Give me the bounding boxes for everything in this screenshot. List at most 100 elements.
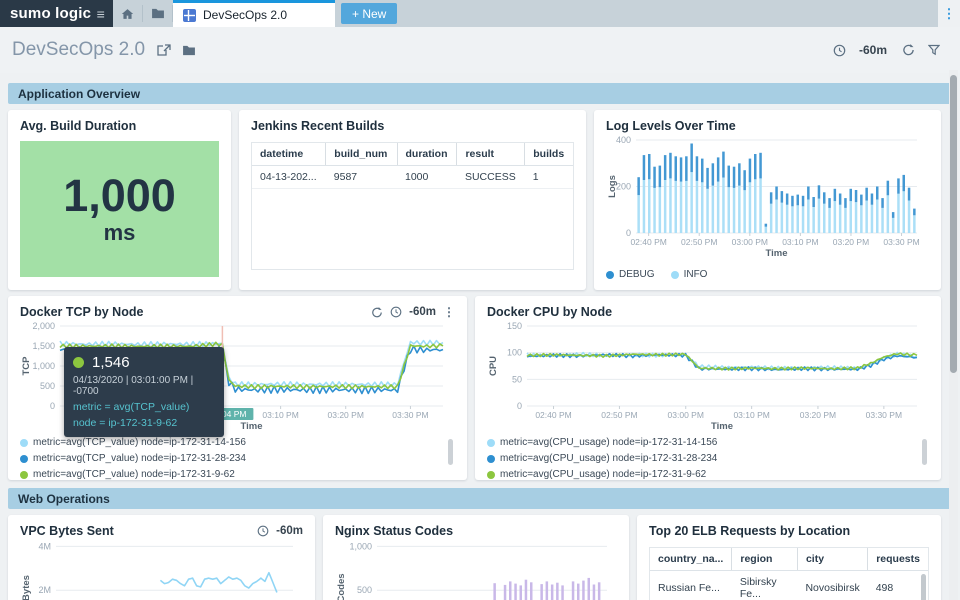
brand-logo: sumo logic [10, 5, 91, 22]
legend-dot [20, 439, 28, 447]
legend-item[interactable]: metric=avg(TCP_value) node=ip-172-31-14-… [20, 437, 246, 448]
legend-scrollbar[interactable] [922, 439, 927, 465]
table-cell: 04-13-202... [252, 166, 326, 189]
row-docker-metrics: Docker TCP by Node -60m ⋮ 05001,0001,500… [8, 296, 952, 480]
svg-text:2,000: 2,000 [32, 321, 55, 331]
nginx-status-chart[interactable]: 1,000500Codes [335, 540, 617, 600]
column-header[interactable]: city [797, 548, 867, 571]
chart-tooltip: 1,546 04/13/2020 | 03:01:00 PM | -0700 m… [64, 347, 224, 437]
panel-title: Top 20 ELB Requests by Location [649, 524, 929, 538]
column-header[interactable]: requests [868, 548, 928, 571]
panel-clock-icon[interactable] [257, 525, 269, 537]
panel-time-range[interactable]: -60m [276, 525, 303, 537]
table-row[interactable]: Russian Fe...Sibirsky Fe...Novosibirsk49… [650, 571, 928, 600]
vpc-bytes-chart[interactable]: 4M2MBytes [20, 540, 303, 600]
section-web-operations: Web Operations [8, 488, 952, 509]
table-row[interactable]: 04-13-202...95871000SUCCESS1 [252, 166, 573, 189]
time-range-icon[interactable] [833, 44, 846, 57]
column-header[interactable]: region [732, 548, 798, 571]
legend-label: metric=avg(TCP_value) node=ip-172-31-14-… [33, 437, 246, 448]
section-title: Web Operations [18, 492, 110, 506]
svg-text:Time: Time [240, 421, 262, 432]
svg-text:100: 100 [507, 348, 522, 358]
page-scrollbar[interactable] [949, 70, 958, 600]
panel-time-range[interactable]: -60m [409, 306, 436, 318]
svg-text:1,000: 1,000 [32, 361, 55, 371]
docker-cpu-chart[interactable]: 05010015002:40 PM02:50 PM03:00 PM03:10 P… [487, 321, 929, 433]
panel-clock-icon[interactable] [390, 306, 402, 318]
svg-text:TCP: TCP [21, 356, 32, 376]
svg-text:4M: 4M [38, 541, 51, 551]
legend-dot [487, 455, 495, 463]
legend-label: metric=avg(CPU_usage) node=ip-172-31-14-… [500, 437, 717, 448]
legend-item[interactable]: metric=avg(CPU_usage) node=ip-172-31-14-… [487, 437, 717, 448]
dashboard-header: DevSecOps 2.0 -60m [0, 27, 960, 73]
table-scrollbar[interactable] [921, 574, 926, 600]
svg-text:02:50 PM: 02:50 PM [681, 237, 717, 247]
menu-icon[interactable]: ≡ [97, 6, 105, 22]
svg-text:500: 500 [40, 381, 55, 391]
panel-jenkins-recent-builds: Jenkins Recent Builds datetimebuild_numd… [239, 110, 586, 290]
legend-item[interactable]: metric=avg(CPU_usage) node=ip-172-31-9-6… [487, 469, 706, 480]
svg-text:03:00 PM: 03:00 PM [732, 237, 768, 247]
table-cell: 9587 [326, 166, 397, 189]
legend-scrollbar[interactable] [448, 439, 453, 465]
filter-icon[interactable] [928, 44, 940, 56]
folder-icon[interactable] [143, 0, 172, 27]
dashboard-icon [183, 9, 196, 22]
panel-title: VPC Bytes Sent [20, 524, 114, 538]
column-header[interactable]: duration [397, 143, 457, 166]
svg-text:02:50 PM: 02:50 PM [601, 410, 637, 420]
log-levels-chart[interactable]: 020040002:40 PM02:50 PM03:00 PM03:10 PM0… [606, 135, 929, 265]
dashboard-content: Application Overview Avg. Build Duration… [0, 83, 960, 600]
legend-dot [606, 271, 614, 279]
tab-devsecops[interactable]: DevSecOps 2.0 [173, 0, 335, 27]
share-icon[interactable] [157, 44, 171, 56]
time-range-value[interactable]: -60m [859, 43, 887, 57]
new-button[interactable]: + New [341, 3, 397, 24]
home-icon[interactable] [113, 0, 142, 27]
legend-item[interactable]: INFO [671, 269, 708, 280]
panel-title: Log Levels Over Time [606, 119, 929, 133]
tooltip-metric: metric = avg(TCP_value) [73, 401, 215, 413]
log-levels-legend: DEBUG INFO [606, 269, 929, 280]
svg-text:CPU: CPU [488, 356, 499, 376]
legend-item[interactable]: DEBUG [606, 269, 655, 280]
table-cell: Sibirsky Fe... [732, 571, 798, 600]
page-scrollbar-thumb[interactable] [950, 75, 957, 373]
column-header[interactable]: country_na... [650, 548, 732, 571]
legend-item[interactable]: metric=avg(TCP_value) node=ip-172-31-9-6… [20, 469, 235, 480]
svg-text:50: 50 [512, 374, 522, 384]
panel-title: Avg. Build Duration [20, 119, 219, 133]
legend-dot [487, 471, 495, 479]
column-header[interactable]: builds [525, 143, 573, 166]
tooltip-node: node = ip-172-31-9-62 [73, 417, 215, 429]
legend-label: metric=avg(CPU_usage) node=ip-172-31-9-6… [500, 469, 706, 480]
panel-nginx-status-codes: Nginx Status Codes 1,000500Codes [323, 515, 629, 600]
column-header[interactable]: datetime [252, 143, 326, 166]
svg-text:500: 500 [357, 585, 372, 595]
legend-dot [20, 471, 28, 479]
avg-build-value: 1,000 [63, 173, 176, 218]
panel-title: Docker CPU by Node [487, 305, 929, 319]
column-header[interactable]: result [457, 143, 525, 166]
column-header[interactable]: build_num [326, 143, 397, 166]
panel-title: Nginx Status Codes [335, 524, 617, 538]
svg-text:0: 0 [50, 401, 55, 411]
section-title: Application Overview [18, 87, 140, 101]
svg-text:400: 400 [616, 135, 631, 145]
refresh-icon[interactable] [902, 44, 915, 56]
panel-menu-icon[interactable]: ⋮ [443, 305, 455, 319]
svg-text:03:30 PM: 03:30 PM [883, 237, 919, 247]
tooltip-value: 1,546 [92, 354, 130, 371]
legend-item[interactable]: metric=avg(CPU_usage) node=ip-172-31-28-… [487, 453, 717, 464]
panel-refresh-icon[interactable] [371, 307, 383, 318]
panel-vpc-bytes-sent: VPC Bytes Sent -60m 4M2MBytes [8, 515, 315, 600]
legend-item[interactable]: metric=avg(TCP_value) node=ip-172-31-28-… [20, 453, 246, 464]
svg-text:03:30 PM: 03:30 PM [392, 410, 428, 420]
section-application-overview: Application Overview [8, 83, 952, 104]
more-options-icon[interactable]: ⋮ [938, 0, 960, 27]
elb-table: country_na...regioncityrequestsRussian F… [650, 548, 928, 600]
folder-location-icon[interactable] [182, 45, 196, 56]
svg-text:Logs: Logs [607, 175, 618, 198]
